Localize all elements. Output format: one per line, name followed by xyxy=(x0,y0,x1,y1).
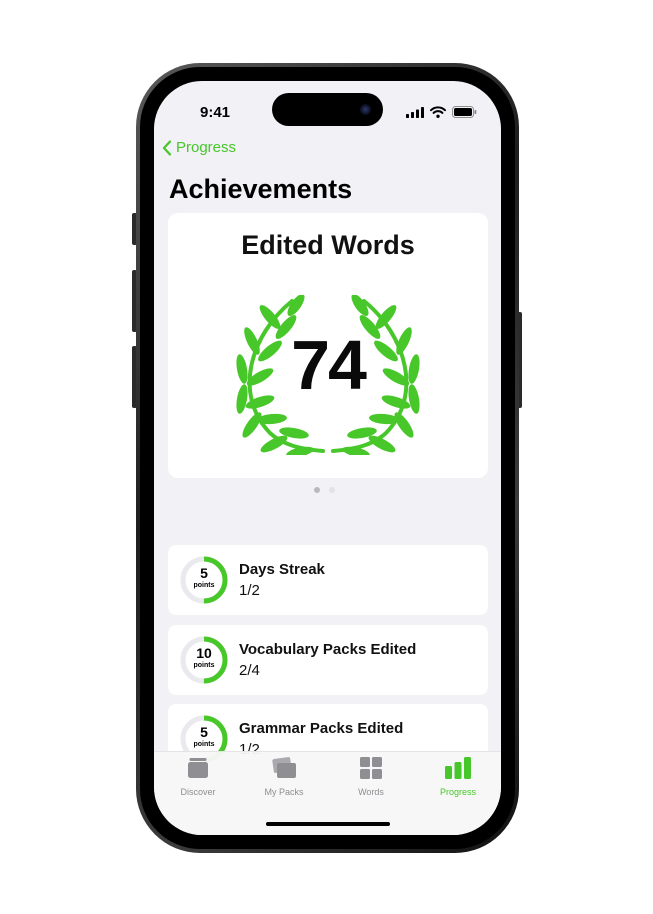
achievement-title: Days Streak xyxy=(239,561,325,578)
achievement-card[interactable]: 10 points Vocabulary Packs Edited 2/4 xyxy=(168,625,488,695)
tab-progress[interactable]: Progress xyxy=(418,757,498,797)
home-indicator xyxy=(266,822,390,826)
signal-icon xyxy=(406,106,424,118)
points-unit: points xyxy=(193,582,215,589)
page-indicator[interactable] xyxy=(314,487,335,493)
status-icons xyxy=(406,106,477,118)
achievement-title: Vocabulary Packs Edited xyxy=(239,641,417,658)
chevron-left-icon xyxy=(162,139,172,156)
tab-label: Progress xyxy=(439,787,476,797)
grid-icon xyxy=(360,757,382,779)
cards-icon xyxy=(272,757,296,778)
tab-bar: Discover My Packs Words Progress xyxy=(154,751,501,835)
points-value: 5 xyxy=(200,565,208,581)
tab-label: Words xyxy=(358,787,384,797)
wifi-icon xyxy=(430,106,446,118)
back-button[interactable]: Progress xyxy=(162,139,236,156)
page-dot-1[interactable] xyxy=(314,487,320,493)
achievement-card[interactable]: 5 points Days Streak 1/2 xyxy=(168,545,488,615)
achievement-progress: 2/4 xyxy=(239,662,260,679)
points-unit: points xyxy=(193,741,215,748)
tab-words[interactable]: Words xyxy=(331,757,411,797)
tab-my-packs[interactable]: My Packs xyxy=(244,757,324,797)
dynamic-island xyxy=(272,93,383,126)
status-time: 9:41 xyxy=(200,104,231,121)
camera-icon xyxy=(360,104,371,115)
bar-chart-icon xyxy=(445,757,471,779)
achievement-progress: 1/2 xyxy=(239,582,260,599)
page-title: Achievements xyxy=(169,174,353,204)
tab-discover[interactable]: Discover xyxy=(158,757,238,797)
points-value: 10 xyxy=(196,645,212,661)
phone-frame: 9:41 Progress Achievements Edited Words … xyxy=(136,63,519,853)
hero-value: 74 xyxy=(291,326,367,404)
points-value: 5 xyxy=(200,724,208,740)
battery-icon xyxy=(452,106,477,118)
points-unit: points xyxy=(193,662,215,669)
page-dot-2[interactable] xyxy=(329,487,335,493)
phone-bezel: 9:41 Progress Achievements Edited Words … xyxy=(140,67,515,849)
stack-icon xyxy=(188,758,208,778)
hero-achievement-card[interactable]: Edited Words 74 xyxy=(168,213,488,478)
achievement-title: Grammar Packs Edited xyxy=(239,720,404,737)
hero-title: Edited Words xyxy=(241,230,415,260)
back-label: Progress xyxy=(176,139,237,156)
tab-label: Discover xyxy=(180,787,216,797)
screen: 9:41 Progress Achievements Edited Words … xyxy=(154,81,501,835)
tab-label: My Packs xyxy=(264,787,304,797)
